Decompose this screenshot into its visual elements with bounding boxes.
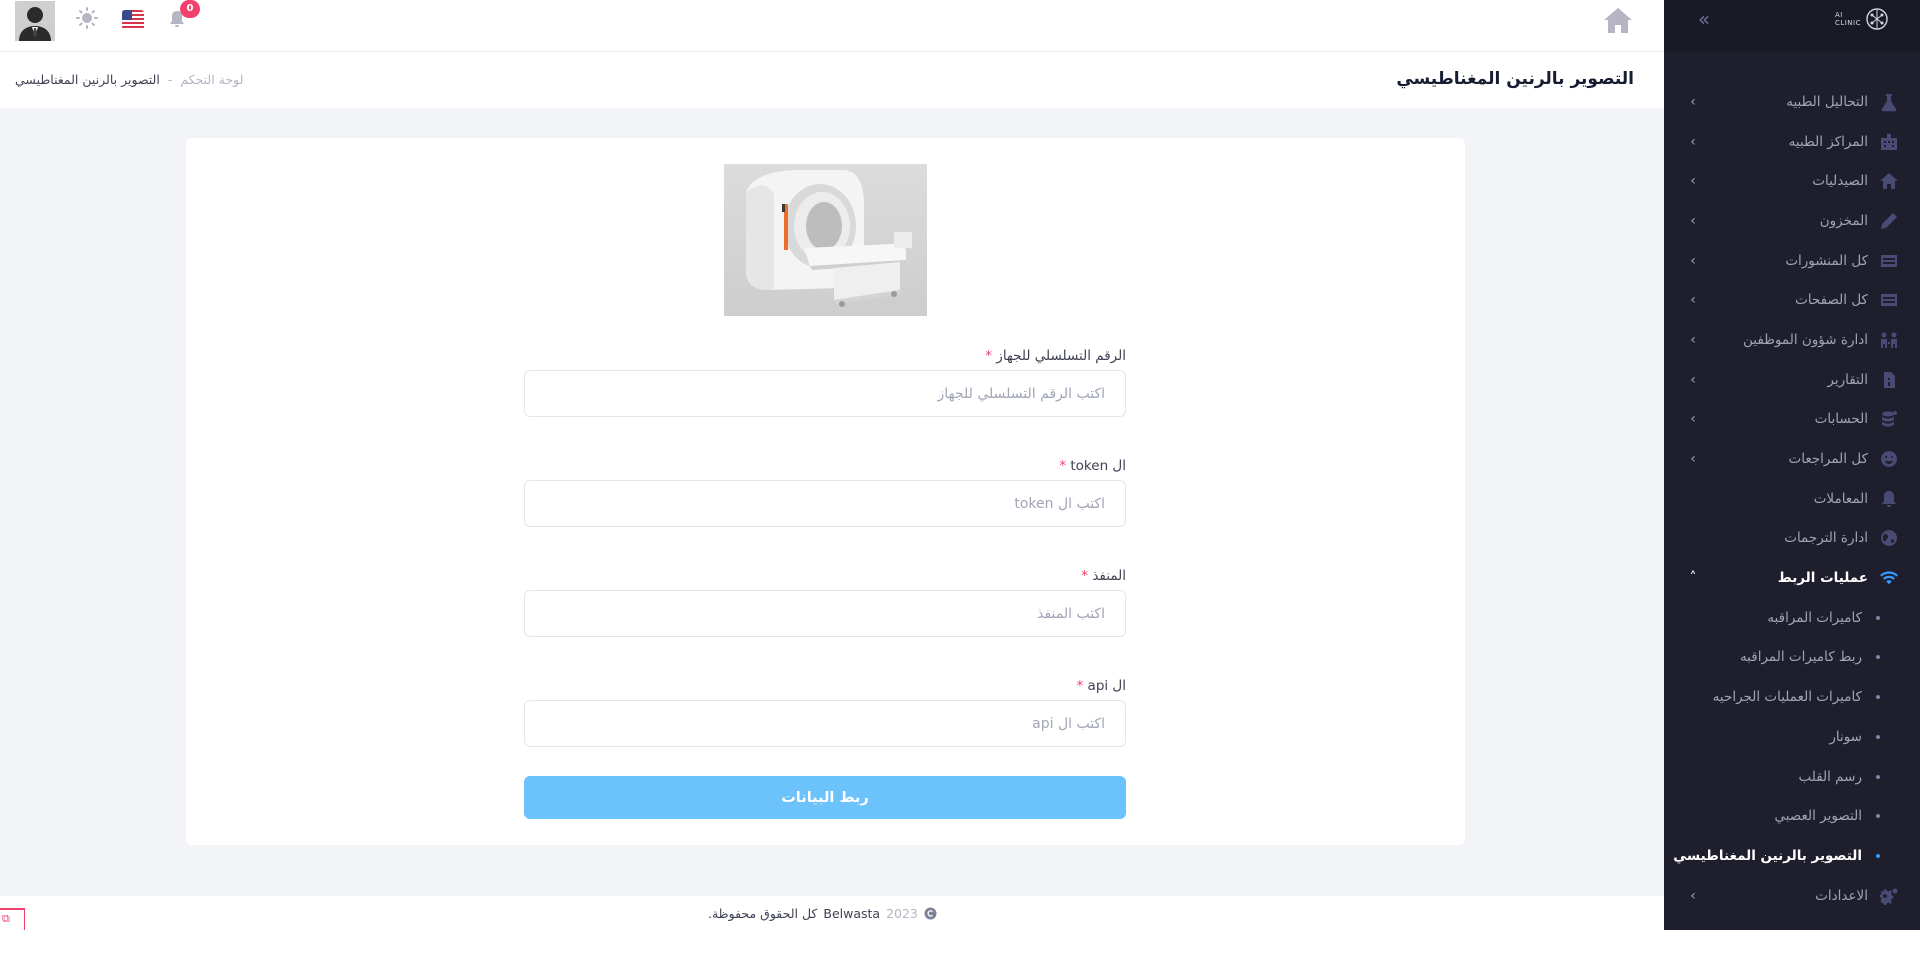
port-input[interactable] — [524, 590, 1126, 637]
token-group: ال token * — [524, 458, 1126, 568]
wifi-icon — [1878, 567, 1900, 589]
breadcrumb: لوحة التحكم - التصوير بالرنين المغناطيسي — [15, 72, 243, 87]
port-label: المنفذ * — [1081, 568, 1126, 584]
sun-icon[interactable] — [76, 7, 98, 29]
box-icon: ⧉ — [2, 912, 10, 925]
avatar[interactable] — [15, 1, 55, 41]
bullet-icon — [1876, 814, 1880, 819]
footer-company-link[interactable]: Belwasta — [823, 906, 880, 921]
sidebar-subitem-mri[interactable]: التصوير بالرنين المغناطيسي — [1664, 836, 1920, 876]
chevron-left-icon: ‹ — [1690, 451, 1696, 468]
bullet-icon — [1876, 655, 1880, 660]
page-title: التصوير بالرنين المغناطيسي — [1396, 69, 1634, 89]
smile-icon — [1878, 448, 1900, 470]
chevron-left-icon: ‹ — [1690, 331, 1696, 348]
chevron-left-icon: ‹ — [1690, 887, 1696, 904]
globe-icon — [1878, 527, 1900, 549]
bell-icon — [1878, 488, 1900, 510]
sidebar-item-settings[interactable]: الاعدادات ‹ — [1664, 876, 1920, 916]
mri-machine-illustration — [724, 164, 927, 316]
sidebar-subitem-sonar[interactable]: سونار — [1664, 717, 1920, 757]
port-group: المنفذ * — [524, 568, 1126, 678]
sidebar-item-reviews[interactable]: كل المراجعات ‹ — [1664, 439, 1920, 479]
copyright-icon — [924, 907, 937, 920]
chevron-left-icon: ‹ — [1690, 371, 1696, 388]
chevron-left-icon: ‹ — [1690, 292, 1696, 309]
sidebar-item-accounts[interactable]: الحسابات ‹ — [1664, 400, 1920, 440]
footer-copyright: 2023 Belwasta كل الحقوق محفوظة. — [708, 906, 937, 921]
breadcrumb-current: التصوير بالرنين المغناطيسي — [15, 72, 160, 87]
sidebar-item-hr[interactable]: ادارة شؤون الموظفين ‹ — [1664, 320, 1920, 360]
chevron-left-icon: ‹ — [1690, 93, 1696, 110]
chevron-up-icon: ˄ — [1689, 570, 1697, 587]
us-flag-icon[interactable] — [122, 10, 144, 30]
sidebar-header: AI CLINIC « — [1664, 0, 1920, 52]
sidebar-item-lab-tests[interactable]: التحاليل الطبيه ‹ — [1664, 82, 1920, 122]
brand-logo[interactable]: AI CLINIC — [1835, 6, 1890, 32]
sidebar-item-translations[interactable]: ادارة الترجمات — [1664, 519, 1920, 559]
bullet-icon — [1876, 615, 1880, 620]
user-avatar-icon — [15, 1, 55, 41]
token-label: ال token * — [1059, 458, 1126, 474]
sidebar-menu: التحاليل الطبيه ‹ المراكز الطبيه ‹ الصيد… — [1664, 52, 1920, 915]
subheader: التصوير بالرنين المغناطيسي لوحة التحكم -… — [0, 53, 1664, 108]
sidebar-subitem-neuro-imaging[interactable]: التصوير العصبي — [1664, 796, 1920, 836]
sidebar: AI CLINIC « التحاليل الطبيه ‹ المراكز ال… — [1664, 0, 1920, 930]
api-group: ال api * — [524, 678, 1126, 788]
floating-widget-button[interactable]: ⧉ — [0, 908, 25, 930]
coins-icon — [1878, 408, 1900, 430]
gears-icon — [1878, 885, 1900, 907]
sidebar-item-pharmacies[interactable]: الصيدليات ‹ — [1664, 161, 1920, 201]
api-input[interactable] — [524, 700, 1126, 747]
building-icon — [1878, 131, 1900, 153]
bullet-icon — [1876, 734, 1880, 739]
sidebar-subitem-ecg[interactable]: رسم القلب — [1664, 757, 1920, 797]
bullet-icon — [1876, 695, 1880, 700]
sidebar-item-reports[interactable]: التقارير ‹ — [1664, 360, 1920, 400]
file-icon — [1878, 369, 1900, 391]
sidebar-item-medical-centers[interactable]: المراكز الطبيه ‹ — [1664, 122, 1920, 162]
serial-number-group: الرقم التسلسلي للجهاز * — [524, 348, 1126, 458]
pen-icon — [1878, 210, 1900, 232]
sidebar-subitem-link-cameras[interactable]: ربط كاميرات المراقبه — [1664, 638, 1920, 678]
breadcrumb-separator: - — [167, 72, 173, 87]
users-icon — [1878, 329, 1900, 351]
device-link-form: الرقم التسلسلي للجهاز * ال token * المنف… — [524, 348, 1126, 819]
footer: 2023 Belwasta كل الحقوق محفوظة. — [0, 896, 1664, 930]
table-icon — [1878, 250, 1900, 272]
brain-logo-icon — [1866, 8, 1888, 30]
breadcrumb-home-link[interactable]: لوحة التحكم — [180, 72, 243, 87]
token-input[interactable] — [524, 480, 1126, 527]
chevron-left-icon: ‹ — [1690, 133, 1696, 150]
footer-year: 2023 — [886, 906, 918, 921]
sidebar-item-all-pages[interactable]: كل الصفحات ‹ — [1664, 280, 1920, 320]
chevron-left-icon: ‹ — [1690, 252, 1696, 269]
sidebar-subitem-cameras[interactable]: كاميرات المراقبه — [1664, 598, 1920, 638]
topbar: 0 — [0, 0, 1664, 52]
sidebar-item-inventory[interactable]: المخزون ‹ — [1664, 201, 1920, 241]
bullet-icon — [1876, 774, 1880, 779]
notification-badge: 0 — [180, 0, 200, 18]
mri-device-image — [724, 164, 927, 316]
sidebar-item-integrations[interactable]: عمليات الربط ˄ — [1664, 558, 1920, 598]
chevron-left-icon: ‹ — [1690, 212, 1696, 229]
sidebar-item-transactions[interactable]: المعاملات — [1664, 479, 1920, 519]
serial-number-label: الرقم التسلسلي للجهاز * — [985, 348, 1126, 364]
link-data-button[interactable]: ربط البيانات — [524, 776, 1126, 819]
table-icon — [1878, 289, 1900, 311]
bullet-icon — [1876, 853, 1880, 858]
footer-rights: كل الحقوق محفوظة. — [708, 906, 818, 921]
api-label: ال api * — [1076, 678, 1127, 694]
serial-number-input[interactable] — [524, 370, 1126, 417]
sidebar-item-all-posts[interactable]: كل المنشورات ‹ — [1664, 241, 1920, 281]
home-icon — [1878, 170, 1900, 192]
lab-icon — [1878, 91, 1900, 113]
chevron-left-icon: ‹ — [1690, 411, 1696, 428]
mri-form-card: الرقم التسلسلي للجهاز * ال token * المنف… — [186, 138, 1465, 845]
sidebar-collapse-icon[interactable]: « — [1694, 8, 1714, 30]
logo-text: AI CLINIC — [1834, 11, 1861, 27]
chevron-left-icon: ‹ — [1690, 173, 1696, 190]
home-icon[interactable] — [1603, 6, 1633, 34]
sidebar-subitem-surgery-cameras[interactable]: كاميرات العمليات الجراحيه — [1664, 677, 1920, 717]
